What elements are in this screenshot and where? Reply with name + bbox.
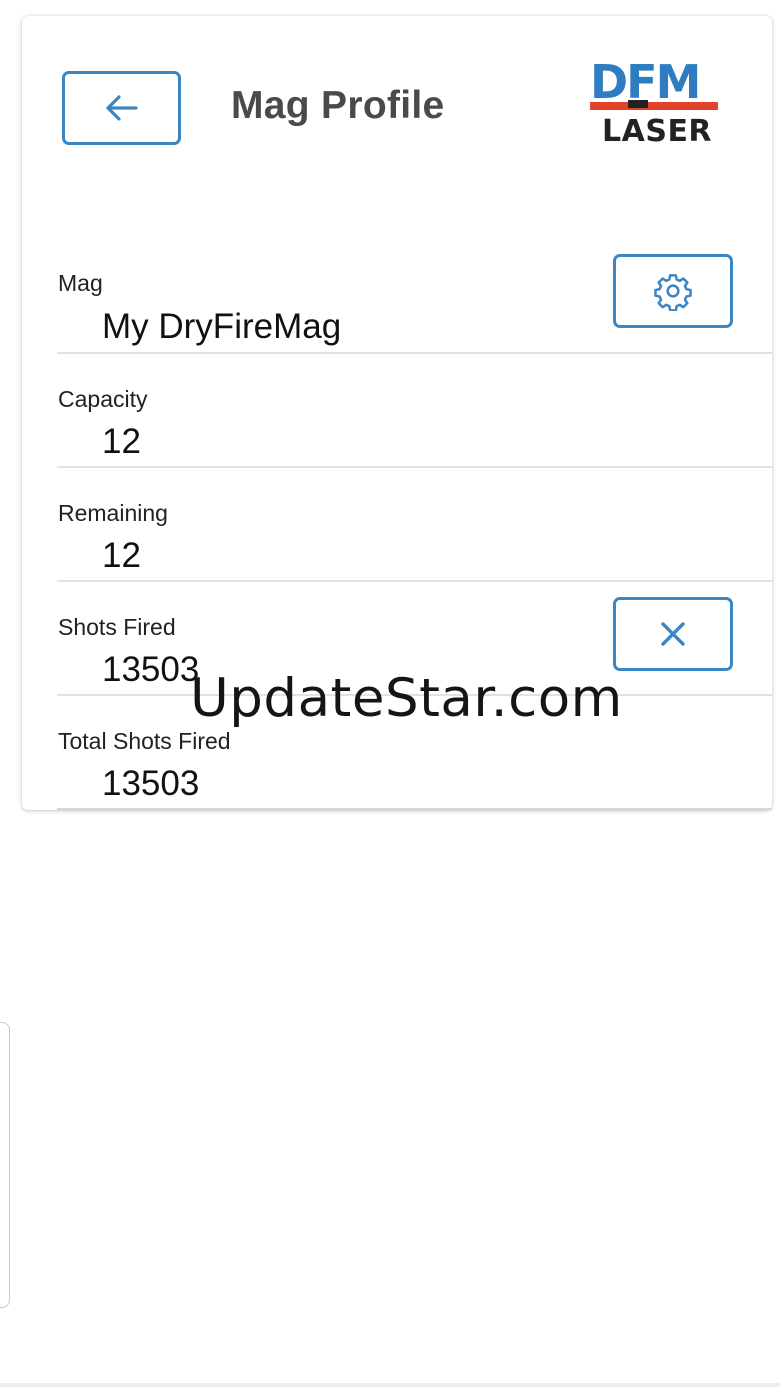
remaining-label: Remaining bbox=[58, 500, 168, 526]
capacity-value: 12 bbox=[102, 422, 141, 461]
reset-shots-button[interactable] bbox=[613, 597, 733, 671]
card-bottom-divider bbox=[57, 808, 772, 810]
close-icon bbox=[661, 622, 685, 646]
dfm-laser-logo: DFM LASER bbox=[588, 55, 722, 149]
shots-fired-value: 13503 bbox=[102, 650, 200, 689]
shots-fired-label: Shots Fired bbox=[58, 614, 176, 640]
total-shots-fired-value: 13503 bbox=[102, 764, 200, 803]
watermark-text: UpdateStar.com bbox=[190, 668, 623, 729]
total-shots-fired-label: Total Shots Fired bbox=[58, 728, 231, 754]
mag-value: My DryFireMag bbox=[102, 307, 342, 346]
remaining-field: Remaining 12 bbox=[57, 468, 772, 582]
back-button[interactable] bbox=[62, 71, 181, 145]
arrow-left-icon bbox=[105, 95, 138, 121]
bottom-divider bbox=[0, 1383, 780, 1387]
capacity-label: Capacity bbox=[58, 386, 148, 412]
capacity-field: Capacity 12 bbox=[57, 354, 772, 468]
mag-label: Mag bbox=[58, 270, 103, 296]
remaining-value: 12 bbox=[102, 536, 141, 575]
side-drawer-handle[interactable] bbox=[0, 1022, 10, 1308]
gear-icon bbox=[654, 274, 692, 311]
mag-settings-button[interactable] bbox=[613, 254, 733, 328]
logo-text-bottom: LASER bbox=[602, 114, 712, 148]
mag-profile-screen: Mag Profile DFM LASER Mag My DryFireMag … bbox=[0, 0, 780, 1387]
page-title: Mag Profile bbox=[231, 84, 445, 127]
